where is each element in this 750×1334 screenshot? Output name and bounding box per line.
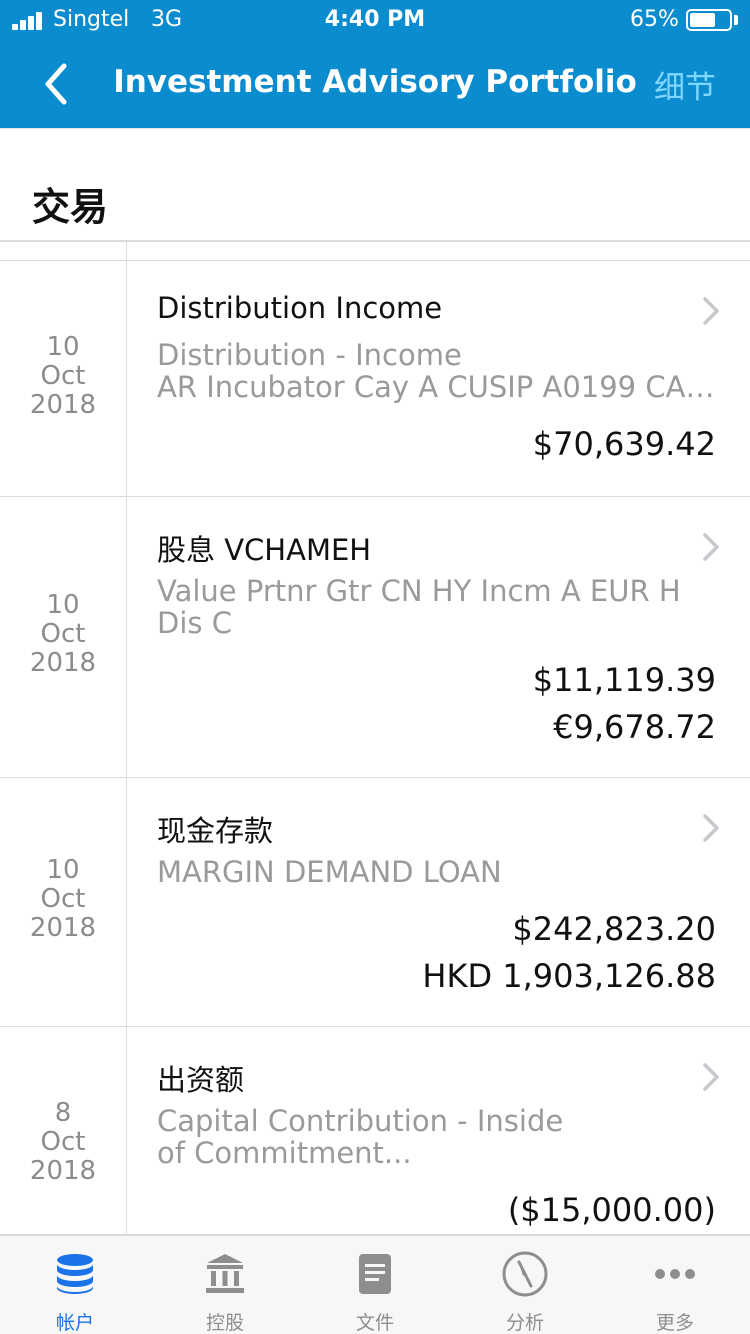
- transaction-amount: $70,639.42: [532, 425, 716, 463]
- chevron-left-icon: [45, 63, 67, 105]
- tab-accounts[interactable]: 帐户: [0, 1236, 150, 1334]
- description-line: MARGIN DEMAND LOAN: [157, 856, 502, 888]
- tab-label: 控股: [205, 1312, 244, 1334]
- date-month: Oct: [40, 884, 86, 914]
- tab-bar: 帐户 控股 文件 分析 更多: [0, 1234, 750, 1334]
- bank-icon: [206, 1254, 244, 1293]
- tab-holdings[interactable]: 控股: [150, 1236, 300, 1334]
- chevron-right-icon: [703, 814, 719, 842]
- date-month: Oct: [40, 619, 86, 649]
- tab-label: 帐户: [55, 1312, 94, 1334]
- transaction-date: 10 Oct 2018: [0, 856, 126, 943]
- transaction-title: Distribution Income: [157, 291, 443, 325]
- database-icon: [57, 1254, 93, 1294]
- date-day: 10: [46, 855, 80, 885]
- transaction-amount-secondary: HKD 1,903,126.88: [422, 957, 716, 995]
- date-year: 2018: [29, 648, 97, 678]
- details-button[interactable]: 细节: [640, 62, 730, 107]
- tab-more[interactable]: 更多: [600, 1236, 750, 1334]
- date-month: Oct: [40, 361, 86, 391]
- transaction-amount: $11,119.39: [532, 661, 716, 699]
- description-line: Value Prtnr Gtr CN HY Incm A EUR H: [157, 575, 681, 607]
- date-year: 2018: [29, 1156, 97, 1186]
- description-line: Capital Contribution - Inside: [157, 1105, 564, 1137]
- date-month: Oct: [40, 1127, 86, 1157]
- chevron-right-icon: [703, 297, 719, 325]
- page-title: Investment Advisory Portfolio: [113, 64, 637, 100]
- transaction-date: 10 Oct 2018: [0, 591, 126, 678]
- description-line: Distribution - Income: [157, 339, 462, 371]
- description-line: of Commitment...: [157, 1137, 412, 1169]
- transaction-amount: $242,823.20: [512, 910, 716, 948]
- transaction-description: MARGIN DEMAND LOAN: [157, 856, 727, 888]
- transaction-row[interactable]: 10 Oct 2018 股息 VCHAMEH Value Prtnr Gtr C…: [0, 497, 750, 778]
- more-dots-icon: [655, 1269, 695, 1279]
- transactions-list[interactable]: 10 Oct 2018 Distribution Income Distribu…: [0, 242, 750, 1234]
- transaction-row[interactable]: 8 Oct 2018 出资额 Capital Contribution - In…: [0, 1027, 750, 1234]
- chevron-right-icon: [703, 1063, 719, 1091]
- transaction-description: Capital Contribution - Inside of Commitm…: [157, 1105, 727, 1169]
- transaction-row[interactable]: 10 Oct 2018 Distribution Income Distribu…: [0, 261, 750, 497]
- transaction-row[interactable]: 10 Oct 2018 现金存款 MARGIN DEMAND LOAN $242…: [0, 778, 750, 1027]
- navigation-bar: Singtel 3G 4:40 PM 65% Investment Adviso…: [0, 0, 750, 128]
- date-day: 10: [46, 332, 80, 362]
- battery-percentage: 65%: [630, 7, 679, 32]
- tab-label: 分析: [505, 1312, 544, 1334]
- status-bar: Singtel 3G 4:40 PM 65%: [0, 0, 750, 40]
- tab-label: 更多: [655, 1312, 694, 1334]
- date-day: 8: [54, 1098, 72, 1128]
- transaction-title: 出资额: [157, 1063, 245, 1097]
- tab-label: 文件: [355, 1312, 394, 1334]
- transaction-description: Value Prtnr Gtr CN HY Incm A EUR H Dis C: [157, 575, 727, 639]
- transaction-title: 股息 VCHAMEH: [157, 533, 372, 567]
- compass-icon: [502, 1251, 548, 1297]
- battery-level: [690, 13, 715, 27]
- date-year: 2018: [29, 390, 97, 420]
- date-day: 10: [46, 590, 80, 620]
- transaction-date: 8 Oct 2018: [0, 1099, 126, 1186]
- battery-cap: [734, 15, 738, 25]
- section-header: 交易: [0, 128, 750, 242]
- transaction-amount: ($15,000.00): [507, 1191, 716, 1229]
- description-line: AR Incubator Cay A CUSIP A0199 CASH CO: [157, 371, 727, 403]
- tab-analysis[interactable]: 分析: [450, 1236, 600, 1334]
- transaction-date: 10 Oct 2018: [0, 333, 126, 420]
- description-line: Dis C: [157, 607, 232, 639]
- battery-icon: [686, 9, 732, 31]
- section-title: 交易: [32, 185, 109, 229]
- transaction-description: Distribution - Income AR Incubator Cay A…: [157, 339, 727, 403]
- chevron-right-icon: [703, 533, 719, 561]
- back-button[interactable]: [30, 56, 86, 112]
- transaction-title: 现金存款: [157, 814, 274, 848]
- date-year: 2018: [29, 913, 97, 943]
- tab-documents[interactable]: 文件: [300, 1236, 450, 1334]
- document-icon: [359, 1254, 391, 1294]
- transaction-amount-secondary: €9,678.72: [553, 708, 716, 746]
